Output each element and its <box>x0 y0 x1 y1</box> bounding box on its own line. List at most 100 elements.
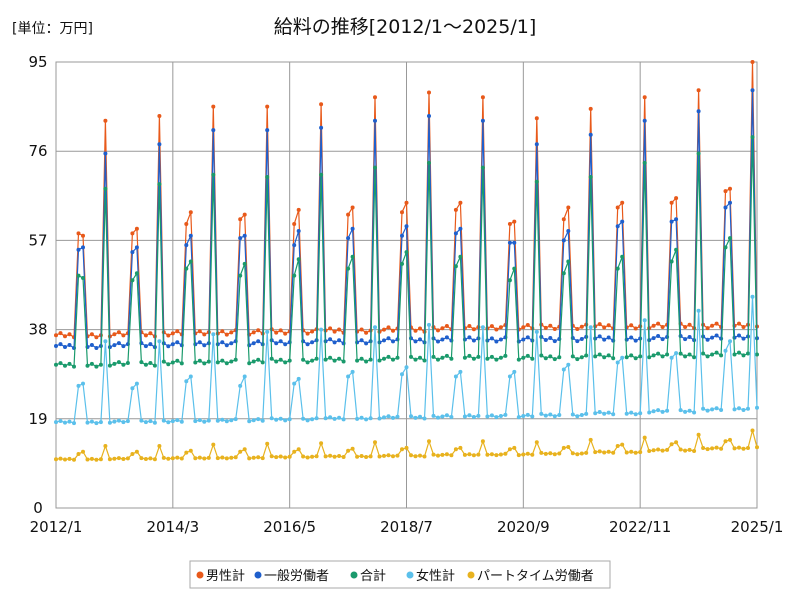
data-point <box>184 450 189 455</box>
data-point <box>409 414 413 419</box>
data-point <box>494 357 499 362</box>
chart: 給料の推移[2012/1～2025/1] [単位：万円] 0 19 38 57 76 95… <box>12 16 783 589</box>
data-point <box>328 337 333 342</box>
data-point <box>193 456 198 461</box>
data-point <box>197 455 202 460</box>
data-point <box>107 457 112 462</box>
data-point <box>58 361 63 366</box>
data-point <box>364 417 369 422</box>
data-point <box>58 331 63 336</box>
data-point <box>67 361 72 366</box>
data-point <box>179 361 184 366</box>
data-point <box>395 355 400 360</box>
data-point <box>427 439 431 444</box>
data-point <box>624 355 629 360</box>
data-point <box>710 446 715 451</box>
legend-item[interactable]: 一般労働者 <box>254 568 330 584</box>
data-point <box>575 357 580 362</box>
data-point <box>54 362 58 367</box>
data-point <box>507 447 512 452</box>
data-point <box>436 453 440 458</box>
data-point <box>319 327 324 332</box>
data-point <box>615 444 620 448</box>
legend-item[interactable]: パートタイム労働者 <box>467 569 594 584</box>
data-point <box>278 328 283 333</box>
data-point <box>350 446 355 451</box>
data-point <box>561 367 566 372</box>
data-point <box>256 455 261 460</box>
data-point <box>188 448 193 453</box>
x-tick-label: 2022/11 <box>609 518 671 536</box>
data-point <box>471 356 476 361</box>
data-point <box>485 414 490 419</box>
data-point <box>310 417 315 422</box>
data-point <box>130 250 135 255</box>
data-point <box>674 351 679 356</box>
data-point <box>579 413 584 417</box>
data-point <box>606 335 611 340</box>
data-point <box>728 437 732 442</box>
data-point <box>714 445 719 450</box>
data-point <box>242 374 247 379</box>
data-point <box>458 254 463 259</box>
data-point <box>561 445 566 450</box>
data-point <box>723 205 728 210</box>
data-point <box>436 357 440 362</box>
data-point <box>400 210 404 215</box>
data-point <box>489 336 494 341</box>
data-point <box>134 271 139 276</box>
data-point <box>602 450 607 455</box>
data-point <box>89 361 94 366</box>
data-point <box>543 413 548 418</box>
data-point <box>674 217 679 222</box>
data-point <box>63 420 67 425</box>
legend[interactable]: 男性計 一般労働者 合計 女性計 パートタイム労働者 <box>189 560 611 589</box>
data-point <box>319 172 324 177</box>
data-point <box>620 200 625 205</box>
data-point <box>67 456 72 461</box>
data-point <box>638 411 643 416</box>
data-point <box>121 420 126 425</box>
data-point <box>166 420 171 425</box>
data-point <box>116 341 121 346</box>
data-point <box>283 455 288 460</box>
data-point <box>400 261 404 266</box>
data-point <box>197 358 202 363</box>
data-point <box>166 362 171 367</box>
data-point <box>449 415 454 419</box>
data-point <box>328 415 333 420</box>
data-point <box>373 95 377 100</box>
data-point <box>265 441 270 446</box>
data-point <box>444 335 449 340</box>
data-point <box>602 337 607 342</box>
data-point <box>498 355 503 360</box>
data-point <box>206 359 211 364</box>
data-point <box>175 329 180 334</box>
data-point <box>328 355 333 360</box>
data-point <box>224 456 229 461</box>
data-point <box>107 363 112 368</box>
data-point <box>355 454 360 459</box>
data-point <box>296 257 301 262</box>
data-point <box>386 354 391 359</box>
data-point <box>89 343 94 347</box>
data-point <box>395 414 400 419</box>
data-point <box>741 325 746 329</box>
data-point <box>458 445 463 450</box>
data-point <box>251 359 256 364</box>
data-point <box>98 362 103 367</box>
data-point <box>229 330 234 335</box>
data-point <box>683 337 688 342</box>
data-point <box>63 334 67 339</box>
data-point <box>148 342 153 347</box>
data-point <box>651 448 656 453</box>
data-point <box>606 410 611 415</box>
x-tick-label: 2014/3 <box>146 518 199 536</box>
data-point <box>489 354 494 359</box>
data-point <box>737 406 741 411</box>
data-point <box>103 151 108 156</box>
data-point <box>332 416 337 421</box>
data-point <box>651 353 656 358</box>
data-point <box>620 254 625 259</box>
data-point <box>732 446 737 451</box>
